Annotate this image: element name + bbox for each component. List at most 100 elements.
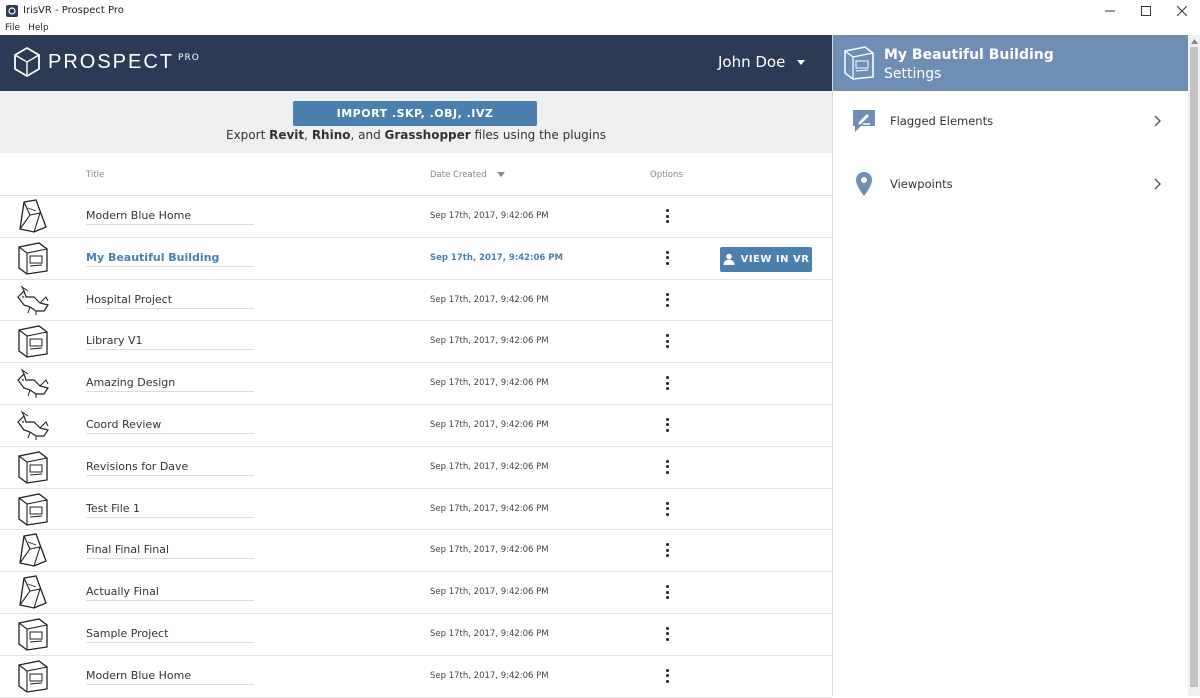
- kebab-dot: [665, 501, 669, 505]
- options-menu-button[interactable]: [660, 207, 674, 225]
- user-menu[interactable]: John Doe: [718, 53, 806, 71]
- table-row[interactable]: Amazing Design Sep 17th, 2017, 9:42:06 PM: [0, 363, 832, 405]
- menu-file[interactable]: File: [5, 23, 20, 33]
- kebab-dot: [665, 261, 669, 265]
- options-menu-button[interactable]: [660, 249, 674, 267]
- column-date-created[interactable]: Date Created: [430, 170, 505, 180]
- file-title[interactable]: Revisions for Dave: [86, 460, 254, 476]
- options-menu-button[interactable]: [660, 667, 674, 685]
- revit-file-icon: [19, 575, 47, 609]
- options-menu-button[interactable]: [660, 500, 674, 518]
- options-menu-button[interactable]: [660, 416, 674, 434]
- minimize-button[interactable]: [1092, 0, 1128, 21]
- kebab-dot: [665, 626, 669, 630]
- file-title[interactable]: My Beautiful Building: [86, 251, 254, 267]
- file-title[interactable]: Coord Review: [86, 418, 254, 434]
- menu-bar: File Help: [0, 21, 1200, 35]
- maximize-button[interactable]: [1128, 0, 1164, 21]
- kebab-dot: [665, 596, 669, 600]
- close-button[interactable]: [1164, 0, 1200, 21]
- options-menu-button[interactable]: [660, 374, 674, 392]
- kebab-dot: [665, 543, 669, 547]
- sketchup-file-icon: [18, 660, 48, 693]
- export-rhino: Rhino: [311, 128, 351, 142]
- kebab-dot: [665, 387, 669, 391]
- file-title[interactable]: Sample Project: [86, 627, 254, 643]
- kebab-dot: [665, 585, 669, 589]
- table-row[interactable]: Actually Final Sep 17th, 2017, 9:42:06 PM: [0, 572, 832, 614]
- kebab-dot: [665, 465, 669, 469]
- options-menu-button[interactable]: [660, 541, 674, 559]
- table-row[interactable]: Modern Blue Home Sep 17th, 2017, 9:42:06 …: [0, 656, 832, 698]
- file-title[interactable]: Amazing Design: [86, 376, 254, 393]
- table-row[interactable]: Sample Project Sep 17th, 2017, 9:42:06 PM: [0, 614, 832, 656]
- kebab-dot: [665, 632, 669, 636]
- file-title[interactable]: Modern Blue Home: [86, 669, 254, 685]
- panel-header: My Beautiful Building Settings: [833, 35, 1189, 91]
- file-date: Sep 17th, 2017, 9:42:06 PM: [430, 628, 549, 639]
- table-row[interactable]: Hospital Project Sep 17th, 2017, 9:42:06 …: [0, 280, 832, 322]
- column-date-label: Date Created: [430, 170, 487, 180]
- table-row[interactable]: Revisions for Dave Sep 17th, 2017, 9:42:0…: [0, 447, 832, 489]
- column-title[interactable]: Title: [86, 170, 104, 180]
- kebab-dot: [665, 376, 669, 380]
- table-header: Title Date Created Options: [0, 153, 832, 196]
- file-date: Sep 17th, 2017, 9:42:06 PM: [430, 503, 549, 514]
- kebab-dot: [665, 209, 669, 212]
- file-title[interactable]: Hospital Project: [86, 293, 254, 309]
- map-pin-icon: [856, 172, 872, 196]
- file-title[interactable]: Test File 1: [86, 502, 254, 518]
- scrollbar-thumb[interactable]: [1190, 47, 1198, 687]
- column-options: Options: [650, 170, 683, 180]
- table-row[interactable]: Coord Review Sep 17th, 2017, 9:42:06 PM: [0, 405, 832, 447]
- kebab-dot: [665, 220, 669, 223]
- options-menu-button[interactable]: [660, 291, 674, 309]
- view-in-vr-button[interactable]: VIEW IN VR: [720, 246, 812, 272]
- menu-help[interactable]: Help: [28, 23, 49, 33]
- file-date: Sep 17th, 2017, 9:42:06 PM: [430, 461, 549, 472]
- table-row[interactable]: My Beautiful Building Sep 17th, 2017, 9:4…: [0, 238, 832, 280]
- kebab-dot: [665, 668, 669, 672]
- table-row[interactable]: Test File 1 Sep 17th, 2017, 9:42:06 PM: [0, 489, 832, 531]
- file-date: Sep 17th, 2017, 9:42:06 PM: [430, 294, 549, 305]
- file-date: Sep 17th, 2017, 9:42:06 PM: [430, 211, 549, 221]
- options-menu-button[interactable]: [660, 458, 674, 476]
- table-row[interactable]: Final Final Final Sep 17th, 2017, 9:42:06…: [0, 530, 832, 573]
- file-date: Sep 17th, 2017, 9:42:06 PM: [430, 252, 563, 263]
- file-title[interactable]: Final Final Final: [86, 543, 254, 560]
- kebab-dot: [665, 674, 669, 678]
- table-row[interactable]: Modern Blue Home Sep 17th, 2017, 9:42:06 …: [0, 196, 832, 238]
- file-date: Sep 17th, 2017, 9:42:06 PM: [430, 545, 549, 556]
- window-titlebar: IrisVR - Prospect Pro: [0, 0, 1200, 21]
- kebab-dot: [665, 459, 669, 463]
- kebab-dot: [665, 548, 669, 552]
- file-title[interactable]: Library V1: [86, 334, 254, 351]
- kebab-dot: [665, 334, 669, 338]
- kebab-dot: [665, 423, 669, 427]
- panel-item-flagged-elements[interactable]: Flagged Elements: [833, 101, 1189, 141]
- kebab-dot: [665, 554, 669, 558]
- kebab-dot: [665, 292, 669, 296]
- table-row[interactable]: Library V1 Sep 17th, 2017, 9:42:06 PM: [0, 321, 832, 364]
- scroll-up-button[interactable]: [1188, 35, 1200, 47]
- maximize-icon: [1141, 5, 1151, 16]
- file-title[interactable]: Actually Final: [86, 585, 254, 602]
- kebab-dot: [665, 637, 669, 641]
- chevron-right-icon: [1154, 178, 1161, 190]
- logo-hexagon-icon: [14, 47, 40, 77]
- file-title[interactable]: Modern Blue Home: [86, 209, 254, 225]
- import-button[interactable]: IMPORT .SKP, .OBJ, .IVZ: [293, 101, 537, 126]
- options-menu-button[interactable]: [660, 332, 674, 350]
- file-date: Sep 17th, 2017, 9:42:06 PM: [430, 419, 549, 430]
- vertical-scrollbar[interactable]: [1188, 35, 1200, 696]
- file-date: Sep 17th, 2017, 9:42:06 PM: [430, 336, 549, 347]
- rhino-file-icon: [17, 410, 49, 440]
- options-menu-button[interactable]: [660, 583, 674, 601]
- export-hint: Export Revit, Rhino, and Grasshopper fil…: [0, 128, 832, 142]
- sketchup-file-icon: [18, 451, 48, 484]
- sketchup-file-icon: [18, 325, 48, 359]
- options-menu-button[interactable]: [660, 625, 674, 643]
- settings-panel: My Beautiful Building Settings Flagged E…: [832, 35, 1189, 696]
- kebab-dot: [665, 428, 669, 432]
- panel-item-viewpoints[interactable]: Viewpoints: [833, 164, 1189, 204]
